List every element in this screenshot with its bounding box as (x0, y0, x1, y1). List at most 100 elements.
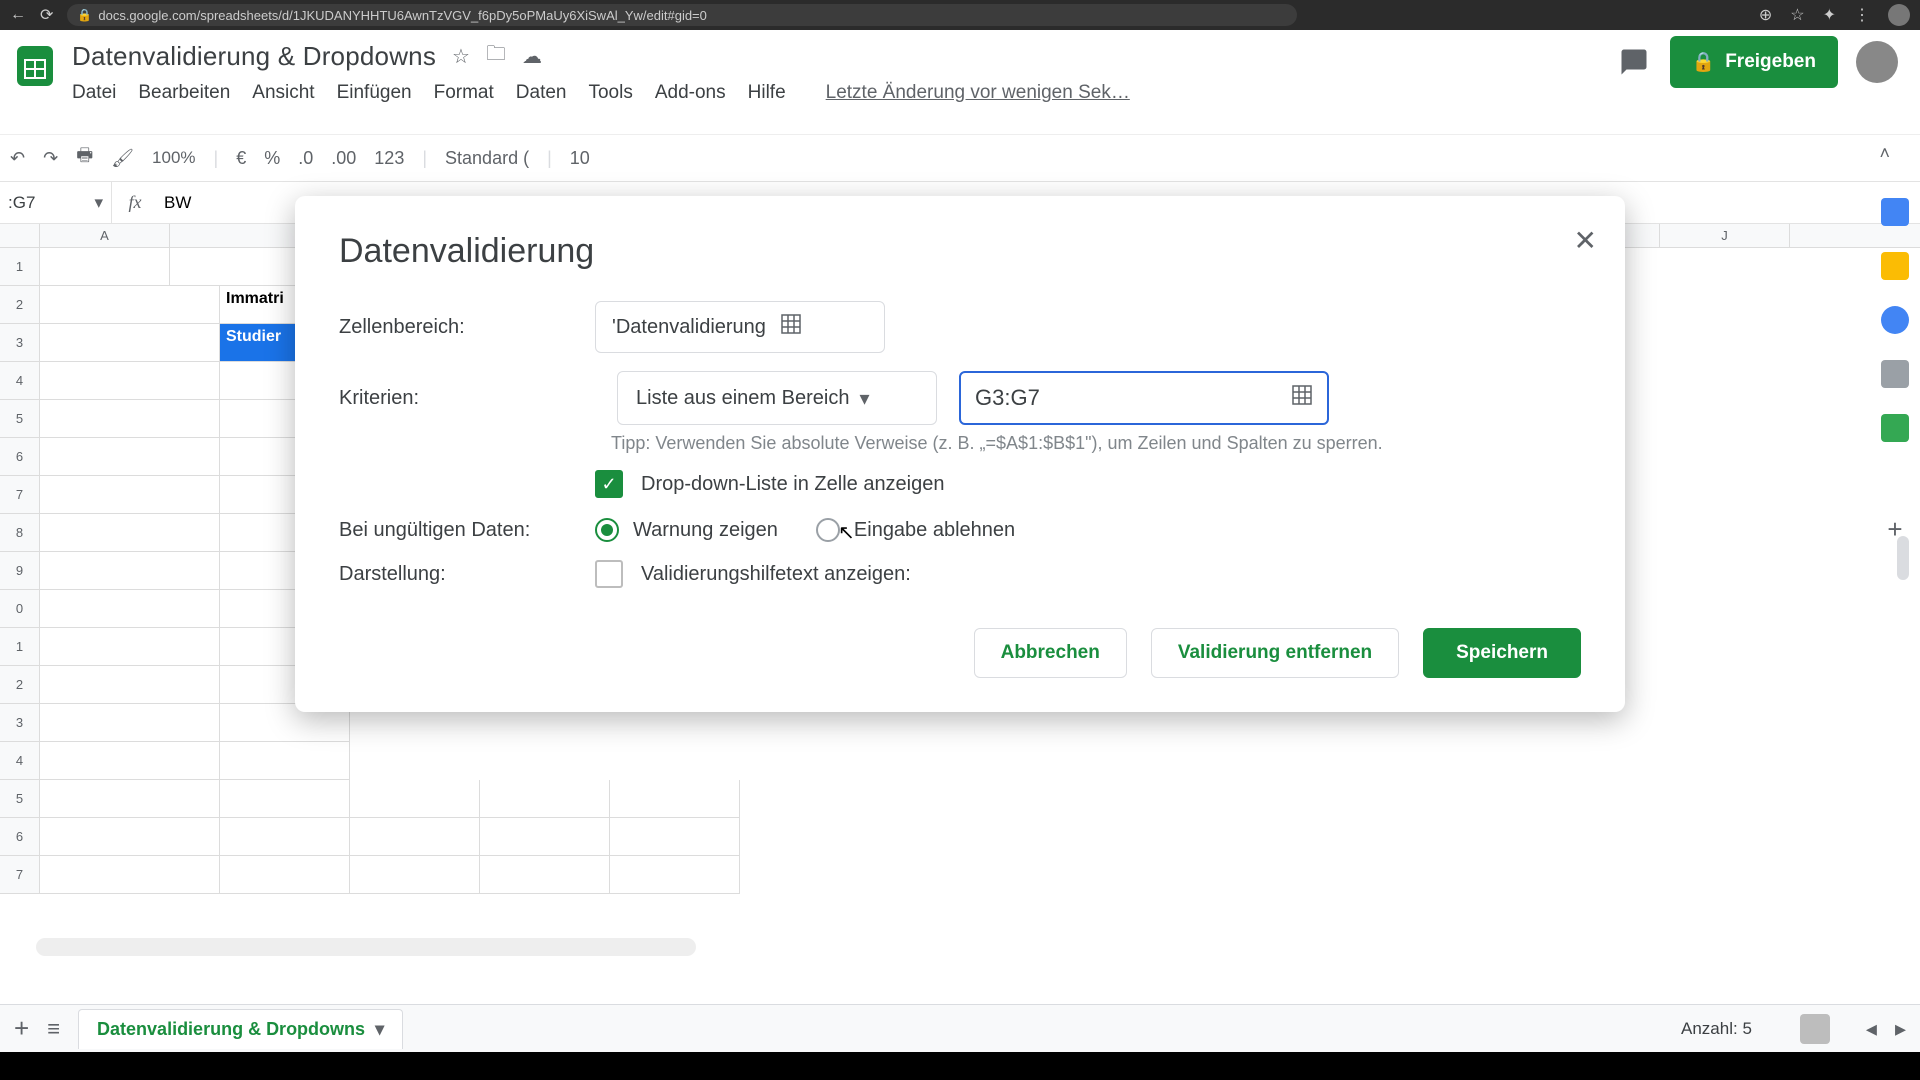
account-avatar[interactable] (1856, 41, 1898, 83)
print-icon[interactable]: 🖶 (76, 143, 93, 173)
cell[interactable] (170, 248, 300, 286)
select-range-icon[interactable] (780, 313, 802, 341)
all-sheets-icon[interactable]: ≡ (47, 1016, 60, 1042)
cell[interactable] (40, 856, 220, 894)
increase-decimal-icon[interactable]: .00 (331, 148, 356, 169)
cell[interactable] (40, 248, 170, 286)
row-header[interactable]: 0 (0, 590, 40, 628)
cell[interactable] (40, 818, 220, 856)
cell[interactable] (220, 742, 350, 780)
select-all-corner[interactable] (0, 224, 40, 247)
cell[interactable] (220, 856, 350, 894)
formula-value[interactable]: BW (158, 193, 191, 213)
undo-icon[interactable]: ↶ (10, 148, 25, 169)
cell-range-field[interactable]: 'Datenvalidierung (595, 301, 885, 353)
percent-icon[interactable]: % (264, 148, 280, 169)
row-header[interactable]: 4 (0, 742, 40, 780)
row-header[interactable]: 9 (0, 552, 40, 590)
comment-history-icon[interactable] (1616, 44, 1652, 80)
add-sheet-icon[interactable]: + (14, 1013, 29, 1044)
zoom-select[interactable]: 100% (152, 148, 195, 168)
extensions-icon[interactable]: ✦ (1823, 5, 1836, 25)
menu-data[interactable]: Daten (516, 82, 567, 104)
profile-avatar-icon[interactable] (1888, 4, 1910, 26)
cell[interactable] (40, 704, 220, 742)
cell[interactable] (40, 590, 220, 628)
back-icon[interactable]: ← (10, 6, 26, 24)
cell[interactable] (40, 476, 220, 514)
cell[interactable] (350, 780, 480, 818)
cell[interactable] (480, 856, 610, 894)
select-range-icon[interactable] (1291, 384, 1313, 412)
cell[interactable] (220, 818, 350, 856)
menu-view[interactable]: Ansicht (252, 82, 314, 104)
menu-file[interactable]: Datei (72, 82, 116, 104)
radio-reject-input[interactable] (816, 518, 840, 542)
cell[interactable] (220, 780, 350, 818)
chevron-down-icon[interactable]: ▾ (94, 193, 103, 213)
selection-count[interactable]: Anzahl: 5 (1681, 1019, 1752, 1039)
paint-format-icon[interactable]: 🖌 (111, 148, 134, 169)
row-header[interactable]: 7 (0, 856, 40, 894)
row-header[interactable]: 7 (0, 476, 40, 514)
font-select[interactable]: Standard ( (445, 148, 529, 169)
cell[interactable] (40, 514, 220, 552)
name-box[interactable]: :G7 ▾ (0, 182, 112, 223)
tasks-icon[interactable] (1881, 306, 1909, 334)
cell[interactable] (610, 856, 740, 894)
row-header[interactable]: 3 (0, 704, 40, 742)
cell[interactable] (610, 780, 740, 818)
cell[interactable] (40, 666, 220, 704)
menu-addons[interactable]: Add-ons (655, 82, 726, 104)
cell[interactable] (40, 400, 220, 438)
scroll-right-icon[interactable]: ▸ (1895, 1016, 1906, 1042)
row-header[interactable]: 1 (0, 628, 40, 666)
horizontal-scrollbar[interactable] (36, 938, 696, 956)
chevron-down-icon[interactable]: ▾ (375, 1019, 384, 1040)
star-outline-icon[interactable]: ☆ (452, 44, 470, 69)
menu-edit[interactable]: Bearbeiten (138, 82, 230, 104)
maps-icon[interactable] (1881, 414, 1909, 442)
cell[interactable] (480, 780, 610, 818)
col-header[interactable]: A (40, 224, 170, 247)
row-header[interactable]: 6 (0, 438, 40, 476)
menu-format[interactable]: Format (434, 82, 494, 104)
cell[interactable] (40, 438, 220, 476)
move-icon[interactable]: 🗀 (486, 39, 506, 73)
row-header[interactable]: 4 (0, 362, 40, 400)
reload-icon[interactable]: ⟳ (40, 5, 53, 25)
url-bar[interactable]: 🔒 docs.google.com/spreadsheets/d/1JKUDAN… (67, 4, 1297, 26)
menu-insert[interactable]: Einfügen (337, 82, 412, 104)
add-addon-icon[interactable]: + (1887, 514, 1902, 545)
row-header[interactable]: 2 (0, 666, 40, 704)
explore-icon[interactable] (1800, 1014, 1830, 1044)
criteria-select[interactable]: Liste aus einem Bereich ▾ (617, 371, 937, 425)
menu-tools[interactable]: Tools (588, 82, 632, 104)
row-header[interactable]: 5 (0, 780, 40, 818)
cell[interactable] (350, 818, 480, 856)
cell[interactable] (350, 856, 480, 894)
cell[interactable] (40, 742, 220, 780)
document-title[interactable]: Datenvalidierung & Dropdowns (72, 41, 436, 72)
contacts-icon[interactable] (1881, 360, 1909, 388)
radio-show-warning[interactable] (595, 518, 619, 542)
scroll-left-icon[interactable]: ◂ (1866, 1016, 1877, 1042)
decrease-decimal-icon[interactable]: .0 (298, 148, 313, 169)
cell[interactable] (610, 818, 740, 856)
cell[interactable] (40, 552, 220, 590)
star-icon[interactable]: ☆ (1790, 5, 1804, 25)
row-header[interactable]: 2 (0, 286, 40, 324)
row-header[interactable]: 5 (0, 400, 40, 438)
cancel-button[interactable]: Abbrechen (974, 628, 1127, 678)
save-button[interactable]: Speichern (1423, 628, 1581, 678)
sheet-tab-active[interactable]: Datenvalidierung & Dropdowns ▾ (78, 1009, 403, 1049)
row-header[interactable]: 6 (0, 818, 40, 856)
show-dropdown-checkbox[interactable]: ✓ (595, 470, 623, 498)
keep-icon[interactable] (1881, 252, 1909, 280)
close-icon[interactable]: ✕ (1574, 224, 1597, 257)
cell[interactable] (40, 780, 220, 818)
cell[interactable] (40, 628, 220, 666)
cell[interactable] (40, 362, 220, 400)
col-header[interactable]: J (1660, 224, 1790, 247)
format-123-icon[interactable]: 123 (374, 148, 404, 169)
